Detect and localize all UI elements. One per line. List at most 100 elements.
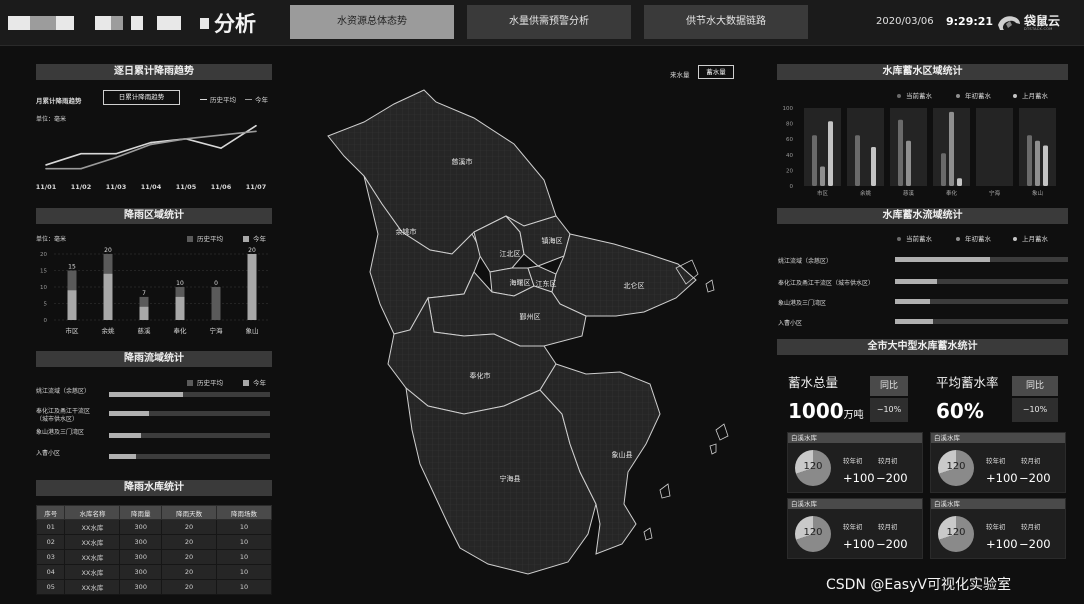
trend-legend-current: 今年 — [245, 94, 268, 104]
rain-basin-bar — [109, 392, 270, 397]
tab-water-overview[interactable]: 水资源总体态势 — [290, 5, 454, 39]
trend-x-tick: 11/03 — [106, 183, 126, 191]
table-row[interactable]: 02 XX水库 300 20 10 — [35, 534, 272, 550]
region-unit-label: 单位：毫米 — [36, 236, 67, 243]
region-x-tick: 象山 — [246, 326, 259, 335]
tab-water-saving-data[interactable]: 供节水大数据链路 — [644, 5, 808, 39]
storage-basin-bar-fill — [895, 257, 991, 262]
brand-subtitle: DTSTACK.COM — [1024, 27, 1053, 31]
region-data-label: 20 — [104, 247, 112, 254]
reservoir-card[interactable]: 白溪水库 120 较年初 较月初 +100 −200 — [930, 432, 1066, 493]
blurred-title-block — [95, 16, 111, 30]
trend-point — [255, 130, 257, 133]
trend-point — [150, 141, 152, 144]
storage-y-tick: 20 — [786, 168, 793, 174]
table-cell: XX水库 — [64, 579, 121, 595]
storage-legend-year-start: 年初蓄水 — [956, 90, 991, 100]
table-cell: 300 — [119, 519, 163, 535]
table-cell: XX水库 — [64, 534, 121, 550]
trend-x-tick: 11/07 — [246, 183, 266, 191]
storage-bar — [906, 140, 911, 186]
reservoir-table: 序号 水库名称 降雨量 降雨天数 降雨场数 01 XX水库 300 20 10 02 XX水库 300… — [35, 505, 272, 595]
table-header-row: 序号 水库名称 降雨量 降雨天数 降雨场数 — [35, 505, 272, 520]
tab-supply-warning[interactable]: 水量供需预警分析 — [467, 5, 631, 39]
rain-basin-bar-fill — [109, 454, 137, 459]
table-cell: 10 — [216, 579, 272, 595]
reservoir-card[interactable]: 白溪水库 120 较年初 较月初 +100 −200 — [787, 432, 923, 493]
reservoir-card-name: 白溪水库 — [788, 499, 922, 509]
tab-day-trend[interactable]: 日累计降雨趋势 — [103, 90, 180, 105]
storage-legend-current: 当前蓄水 — [897, 90, 932, 100]
blurred-title-block — [8, 16, 30, 30]
rain-basin-label: 奉化江及甬江干流区 （城市供水区） — [36, 408, 91, 423]
storage-bar — [941, 153, 946, 186]
region-legend-history: 历史平均 — [187, 233, 223, 243]
table-cell: 300 — [119, 549, 163, 565]
map-label-cixi: 慈溪市 — [452, 157, 473, 166]
storage-region-bar-chart: 100 80 60 40 20 0 市区 余姚 慈溪 奉化 宁海 象山 — [783, 106, 1056, 197]
map-label-beilun: 北仑区 — [624, 281, 645, 290]
table-cell: 05 — [35, 579, 66, 595]
region-legend-current: 今年 — [243, 233, 266, 243]
map-label-yinzhou: 鄞州区 — [520, 312, 541, 321]
trend-point — [255, 124, 257, 127]
compare-year-start-label: 较年初 — [843, 523, 863, 531]
region-bar-current — [67, 290, 77, 320]
table-cell: 01 — [35, 519, 66, 535]
basin-legend-history: 历史平均 — [187, 377, 223, 387]
trend-point — [220, 147, 222, 149]
storage-region-title: 水库蓄水区域统计 — [777, 64, 1068, 80]
table-row[interactable]: 04 XX水库 300 20 10 — [35, 564, 272, 580]
rain-basin-bar-fill — [109, 433, 142, 438]
table-row[interactable]: 03 XX水库 300 20 10 — [35, 549, 272, 565]
compare-month-start-label: 较月初 — [1021, 523, 1041, 531]
storage-bar — [898, 119, 903, 186]
region-bar-current — [139, 306, 149, 320]
table-row[interactable]: 05 XX水库 300 20 10 — [35, 579, 272, 595]
compare-year-start-value: +100 — [843, 537, 875, 551]
blurred-title-block — [56, 16, 74, 30]
tab-month-trend[interactable]: 月累计降雨趋势 — [36, 95, 82, 105]
rain-basin-bar-fill — [109, 392, 184, 397]
table-row[interactable]: 01 XX水库 300 20 10 — [35, 519, 272, 535]
region-y-tick: 10 — [40, 285, 47, 291]
region-bar-history — [211, 287, 221, 320]
reservoir-pie-value: 120 — [946, 527, 966, 538]
table-cell: 10 — [216, 534, 272, 550]
table-cell: 04 — [35, 564, 66, 580]
rain-basin-title: 降雨流域统计 — [36, 351, 272, 367]
table-cell: 10 — [216, 549, 272, 565]
storage-basin-bar — [895, 257, 1068, 262]
rain-basin-bar — [109, 433, 270, 438]
table-cell: 300 — [119, 579, 163, 595]
compare-year-start-value: +100 — [986, 471, 1018, 485]
rain-basin-bar-fill — [109, 411, 150, 416]
region-data-label: 15 — [68, 264, 76, 271]
trend-point — [220, 134, 222, 136]
table-cell: XX水库 — [64, 519, 121, 535]
toggle-storage[interactable]: 蓄水量 — [698, 65, 734, 79]
reservoir-card-name: 白溪水库 — [788, 433, 922, 443]
reservoir-card[interactable]: 白溪水库 120 较年初 较月初 +100 −200 — [930, 498, 1066, 559]
reservoir-card[interactable]: 白溪水库 120 较年初 较月初 +100 −200 — [787, 498, 923, 559]
trend-point — [115, 152, 117, 155]
region-y-tick: 20 — [40, 252, 47, 258]
table-cell: 20 — [161, 534, 218, 550]
table-column-header: 降雨天数 — [161, 505, 218, 520]
toggle-inflow[interactable]: 来水量 — [670, 69, 690, 79]
table-cell: 03 — [35, 549, 66, 565]
storage-category-bg — [976, 108, 1013, 186]
map-region-beilun[interactable] — [551, 233, 697, 317]
basin-legend-current: 今年 — [243, 377, 266, 387]
table-body: 01 XX水库 300 20 10 02 XX水库 300 20 10 03 XX水库 300 20 10 0… — [35, 519, 272, 595]
compare-year-start-label: 较年初 — [843, 457, 863, 465]
storage-bar — [1043, 145, 1048, 186]
ningbo-region-map[interactable]: 慈溪市 余姚市 江北区 镇海区 海曙区 江东区 北仑区 鄞州区 奉化市 宁海县 … — [324, 84, 750, 580]
storage-x-tick: 市区 — [817, 189, 829, 197]
storage-bar — [812, 135, 817, 186]
table-cell: 10 — [216, 564, 272, 580]
region-data-label: 10 — [176, 280, 184, 287]
reservoir-pie-value: 120 — [803, 461, 823, 472]
storage-x-tick: 奉化 — [946, 189, 958, 197]
total-yoy-label: 同比 — [870, 376, 908, 396]
